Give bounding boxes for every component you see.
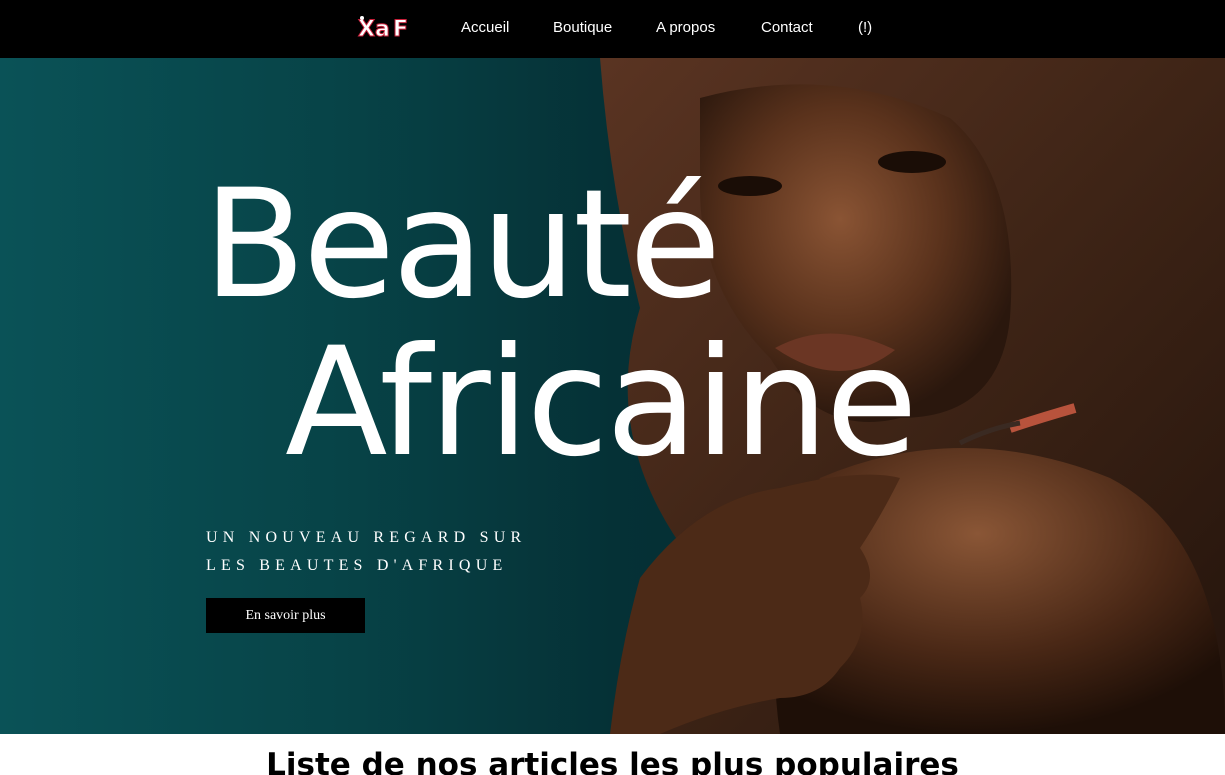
site-logo[interactable]: X a F bbox=[356, 12, 414, 43]
nav-link-contact[interactable]: Contact bbox=[761, 17, 813, 39]
hero-subtitle-line1: UN NOUVEAU REGARD SUR bbox=[206, 529, 527, 546]
hero-banner: Beauté Africaine UN NOUVEAU REGARD SUR L… bbox=[0, 58, 1225, 734]
popular-articles-heading: Liste de nos articles les plus populaire… bbox=[266, 747, 959, 775]
learn-more-button[interactable]: En savoir plus bbox=[206, 598, 365, 633]
hero-title-line1: Beauté bbox=[203, 158, 721, 332]
svg-text:X: X bbox=[358, 17, 375, 42]
svg-text:F: F bbox=[393, 17, 408, 42]
hero-title-line2: Africaine bbox=[285, 316, 918, 490]
logo-mark: X a F bbox=[358, 16, 409, 43]
top-navbar: X a F Accueil Boutique A propos Contact … bbox=[0, 0, 1225, 58]
nav-link-alert[interactable]: (!) bbox=[858, 17, 872, 39]
hero-subtitle-line2: LES BEAUTES D'AFRIQUE bbox=[206, 557, 508, 574]
svg-text:a: a bbox=[375, 17, 390, 42]
nav-link-boutique[interactable]: Boutique bbox=[553, 17, 612, 39]
nav-link-a-propos[interactable]: A propos bbox=[656, 17, 715, 39]
nav-link-accueil[interactable]: Accueil bbox=[461, 17, 509, 39]
